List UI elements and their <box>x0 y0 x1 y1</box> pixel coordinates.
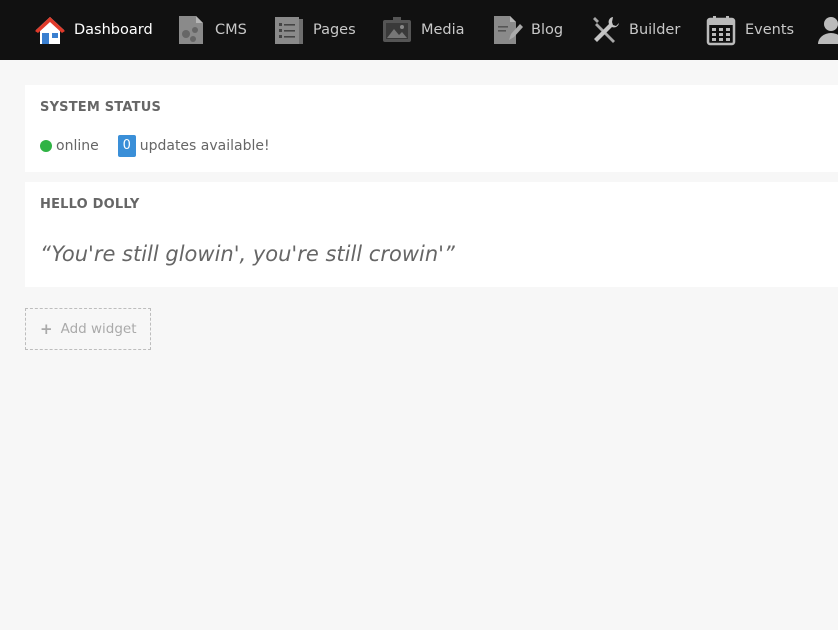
nav-item-dashboard[interactable]: Dashboard <box>34 0 153 60</box>
hello-dolly-widget: HELLO DOLLY “You're still glowin', you'r… <box>25 182 838 287</box>
nav-item-media[interactable]: Media <box>381 0 465 60</box>
widget-title: HELLO DOLLY <box>40 197 140 212</box>
builder-icon <box>589 14 621 46</box>
nav-item-blog[interactable]: Blog <box>491 0 563 60</box>
dolly-quote: “You're still glowin', you're still crow… <box>40 242 455 266</box>
nav-label-blog: Blog <box>531 22 564 38</box>
nav-label-events: Events <box>745 22 795 38</box>
nav-item-builder[interactable]: Builder <box>589 0 680 60</box>
events-icon <box>705 14 737 46</box>
top-navigation: Dashboard CMS Pages Media Blog Builder E… <box>0 0 838 60</box>
updates-text[interactable]: updates available! <box>140 138 270 154</box>
updates-count-badge[interactable]: 0 <box>117 135 136 157</box>
nav-item-cms[interactable]: CMS <box>175 0 247 60</box>
nav-label-builder: Builder <box>629 22 681 38</box>
system-status-widget: SYSTEM STATUS online 0 updates available… <box>25 85 838 172</box>
add-widget-label: Add widget <box>60 321 137 337</box>
plus-icon: + <box>40 320 53 338</box>
nav-label-dashboard: Dashboard <box>74 22 153 38</box>
nav-item-user[interactable] <box>815 0 838 60</box>
nav-item-events[interactable]: Events <box>705 0 794 60</box>
status-text: online <box>56 138 99 154</box>
widget-title: SYSTEM STATUS <box>40 100 162 115</box>
nav-label-cms: CMS <box>215 22 247 38</box>
blog-icon <box>491 14 523 46</box>
user-icon <box>815 14 838 46</box>
cms-icon <box>175 14 207 46</box>
home-icon <box>34 14 66 46</box>
nav-label-pages: Pages <box>313 22 356 38</box>
nav-item-pages[interactable]: Pages <box>273 0 356 60</box>
media-icon <box>381 14 413 46</box>
online-status-dot <box>40 140 52 152</box>
add-widget-button[interactable]: + Add widget <box>25 308 151 350</box>
pages-icon <box>273 14 305 46</box>
nav-label-media: Media <box>421 22 465 38</box>
status-row: online 0 updates available! <box>40 135 270 157</box>
